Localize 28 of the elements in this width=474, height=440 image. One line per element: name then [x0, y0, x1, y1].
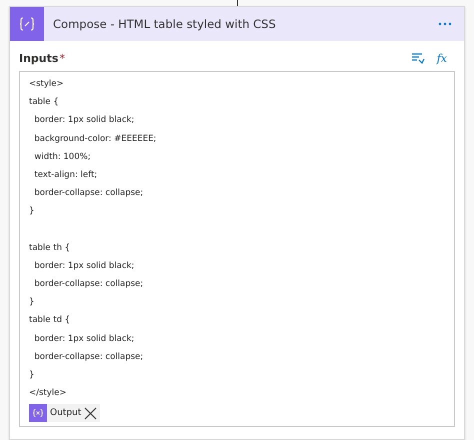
- expression-button[interactable]: fx: [436, 52, 447, 64]
- required-mark: *: [59, 52, 65, 64]
- code-line: border: 1px solid black;: [33, 332, 136, 346]
- code-line: text-align: left;: [33, 168, 98, 182]
- code-line: border: 1px solid black;: [33, 260, 136, 273]
- code-line: table th {: [29, 242, 72, 255]
- code-line: </style>: [29, 387, 68, 400]
- dynamic-content-icon[interactable]: [410, 52, 425, 64]
- code-line: border-collapse: collapse;: [33, 350, 144, 364]
- code-line: background-color: #EEEEEE;: [33, 132, 158, 146]
- code-line: }: [29, 369, 36, 382]
- code-line: table td {: [29, 314, 72, 328]
- code-line: }: [29, 296, 36, 310]
- code-line: table {: [29, 96, 60, 110]
- close-icon[interactable]: [84, 406, 98, 420]
- card-header[interactable]: Compose - HTML table styled with CSS: [10, 7, 464, 41]
- code-line: width: 100%;: [33, 150, 92, 164]
- field-label: Inputs: [19, 52, 58, 64]
- code-line: <style>: [29, 78, 65, 91]
- code-line: }: [29, 205, 36, 218]
- card-title: Compose - HTML table styled with CSS: [53, 17, 277, 31]
- inputs-field[interactable]: [19, 71, 455, 428]
- output-token[interactable]: Output: [29, 404, 100, 422]
- more-icon[interactable]: [438, 22, 452, 26]
- code-line: border: 1px solid black;: [33, 114, 136, 128]
- code-line: border-collapse: collapse;: [33, 278, 144, 292]
- code-line: border-collapse: collapse;: [33, 187, 144, 200]
- variable-icon: [29, 404, 47, 422]
